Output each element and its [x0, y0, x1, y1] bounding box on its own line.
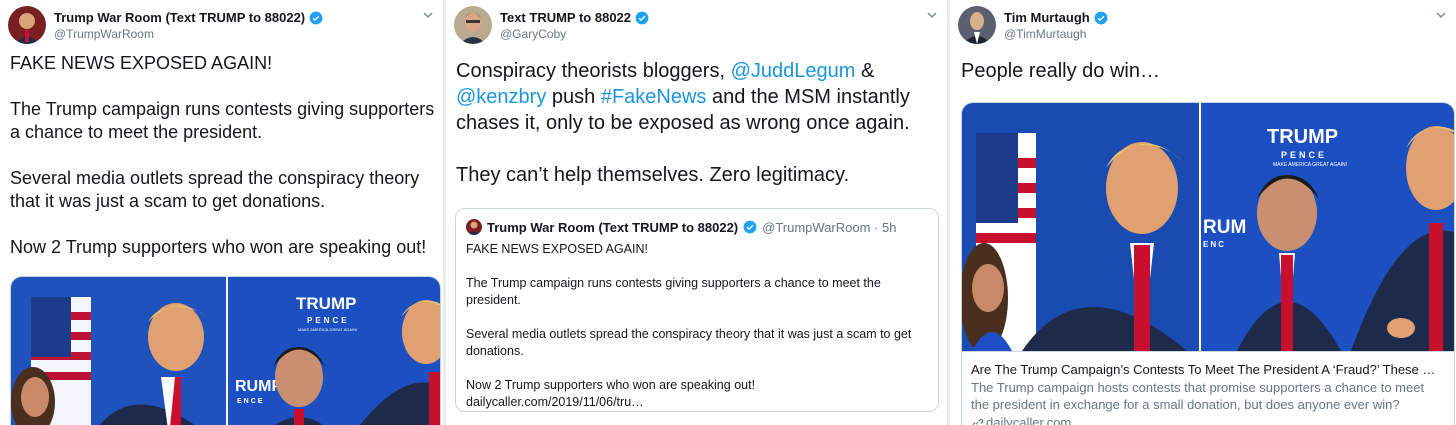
avatar[interactable]: [454, 6, 492, 44]
quoted-handle-time: @TrumpWarRoom · 5h: [762, 219, 897, 235]
verified-badge-icon: [1094, 11, 1108, 24]
verified-badge-icon: [743, 220, 757, 234]
avatar[interactable]: [958, 6, 996, 44]
tweet-photo[interactable]: TRUMP PENCE MAKE AMERICA GREAT AGAIN! RU…: [10, 276, 441, 425]
author-name[interactable]: Tim Murtaugh: [1004, 10, 1090, 25]
link-card-title: Are The Trump Campaign’s Contests To Mee…: [971, 362, 1445, 377]
chevron-down-icon[interactable]: [421, 8, 435, 22]
backdrop-sign-trump: TRUMP: [296, 294, 356, 313]
backdrop-sign-slogan: MAKE AMERICA GREAT AGAIN!: [1273, 162, 1347, 168]
chevron-down-icon[interactable]: [1434, 8, 1448, 22]
verified-badge-icon: [635, 11, 649, 24]
author-handle[interactable]: @GaryCoby: [500, 27, 566, 41]
tweet-text: FAKE NEWS EXPOSED AGAIN! The Trump campa…: [10, 53, 435, 257]
chevron-down-icon[interactable]: [925, 8, 939, 22]
backdrop-sign-trump: TRUMP: [1267, 126, 1338, 148]
text-segment: &: [855, 60, 880, 82]
avatar[interactable]: [8, 6, 46, 44]
backdrop-sign-trump-partial: RUM: [1203, 217, 1246, 238]
tweet-garycoby: Text TRUMP to 88022 @GaryCoby Conspiracy…: [446, 0, 947, 425]
card-photo-left: [962, 103, 1200, 351]
card-photo-right: TRUMP PENCE MAKE AMERICA GREAT AGAIN! RU…: [1199, 103, 1454, 351]
author-name[interactable]: Trump War Room (Text TRUMP to 88022): [54, 10, 305, 25]
verified-badge-icon: [309, 11, 323, 24]
backdrop-sign-pence-partial: ENC: [1203, 240, 1226, 249]
author-handle[interactable]: @TrumpWarRoom: [54, 27, 154, 41]
text-segment: push: [546, 86, 601, 108]
quoted-text: FAKE NEWS EXPOSED AGAIN! The Trump campa…: [466, 242, 912, 409]
tweet-trumpwarroom: Trump War Room (Text TRUMP to 88022) @Tr…: [0, 0, 443, 425]
text-segment: Conspiracy theorists bloggers,: [456, 60, 731, 82]
quoted-tweet[interactable]: Trump War Room (Text TRUMP to 88022) @Tr…: [455, 208, 939, 412]
mention-link-kenzbry[interactable]: @kenzbry: [456, 86, 546, 108]
quoted-avatar: [466, 219, 482, 235]
tweet-timmurtaugh: Tim Murtaugh @TimMurtaugh People really …: [950, 0, 1456, 425]
link-icon: [972, 418, 983, 425]
tweet-header: Tim Murtaugh @TimMurtaugh: [958, 6, 1448, 46]
link-card-description: The Trump campaign hosts contests that p…: [971, 380, 1425, 412]
mention-link-juddlegum[interactable]: @JuddLegum: [731, 60, 856, 82]
backdrop-sign-pence: PENCE: [307, 316, 350, 325]
backdrop-sign-pence: PENCE: [1281, 150, 1327, 160]
link-card-domain-row: dailycaller.com: [971, 415, 1445, 425]
author-name[interactable]: Text TRUMP to 88022: [500, 10, 631, 25]
tweet-header: Text TRUMP to 88022 @GaryCoby: [454, 6, 939, 46]
hashtag-link-fakenews[interactable]: #FakeNews: [601, 86, 707, 108]
backdrop-sign-slogan: MAKE AMERICA GREAT AGAIN!: [298, 327, 357, 332]
backdrop-sign-pence-partial: ENCE: [237, 398, 264, 405]
tweet-header: Trump War Room (Text TRUMP to 88022) @Tr…: [8, 6, 435, 46]
author-handle[interactable]: @TimMurtaugh: [1004, 27, 1086, 41]
link-card-meta: Are The Trump Campaign’s Contests To Mee…: [962, 351, 1454, 425]
link-card[interactable]: TRUMP PENCE MAKE AMERICA GREAT AGAIN! RU…: [961, 102, 1455, 425]
quoted-author-name: Trump War Room (Text TRUMP to 88022): [487, 219, 739, 235]
tweet-text: Conspiracy theorists bloggers, @JuddLegu…: [456, 58, 936, 188]
tweet-text: People really do win…: [961, 60, 1160, 82]
link-card-domain: dailycaller.com: [986, 415, 1072, 425]
